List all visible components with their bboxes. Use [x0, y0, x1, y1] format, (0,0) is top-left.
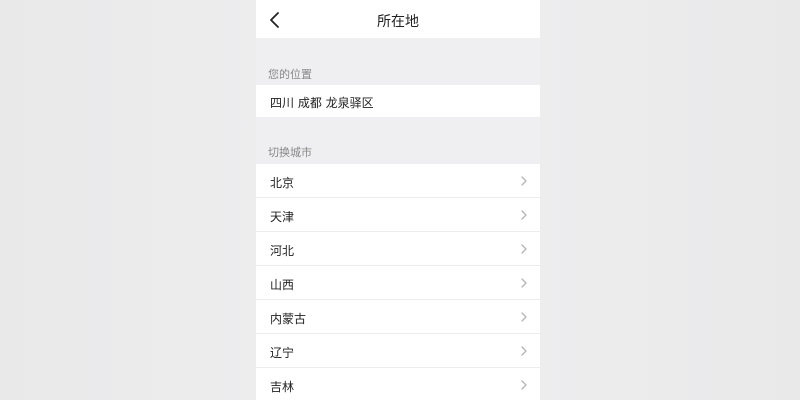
- chevron-right-icon: [521, 346, 527, 356]
- city-row-jilin[interactable]: 吉林: [256, 368, 540, 400]
- page-title: 所在地: [377, 14, 419, 30]
- city-name: 内蒙古: [270, 312, 307, 326]
- city-name: 吉林: [270, 380, 295, 394]
- city-name: 山西: [270, 278, 295, 292]
- city-name: 北京: [270, 176, 295, 190]
- city-row-shanxi[interactable]: 山西: [256, 266, 540, 300]
- chevron-right-icon: [521, 210, 527, 220]
- current-location-row[interactable]: 四川 成都 龙泉驿区: [256, 85, 540, 117]
- city-row-tianjin[interactable]: 天津: [256, 198, 540, 232]
- screen-background: 所在地 您的位置 四川 成都 龙泉驿区 切换城市 北京 天津 河北 山西 内蒙古…: [0, 0, 800, 400]
- nav-bar: 所在地: [256, 0, 540, 38]
- switch-city-label: 切换城市: [268, 146, 312, 159]
- city-row-beijing[interactable]: 北京: [256, 164, 540, 198]
- current-location-text: 四川 成都 龙泉驿区: [270, 96, 374, 110]
- your-location-label: 您的位置: [268, 68, 312, 81]
- city-row-hebei[interactable]: 河北: [256, 232, 540, 266]
- chevron-right-icon: [521, 312, 527, 322]
- city-name: 辽宁: [270, 346, 295, 360]
- city-row-neimenggu[interactable]: 内蒙古: [256, 300, 540, 334]
- city-list: 北京 天津 河北 山西 内蒙古 辽宁 吉林: [256, 164, 540, 400]
- chevron-right-icon: [521, 278, 527, 288]
- chevron-right-icon: [521, 380, 527, 390]
- location-page: 所在地 您的位置 四川 成都 龙泉驿区 切换城市 北京 天津 河北 山西 内蒙古…: [256, 0, 540, 400]
- chevron-right-icon: [521, 244, 527, 254]
- city-name: 天津: [270, 210, 295, 224]
- chevron-right-icon: [521, 176, 527, 186]
- city-name: 河北: [270, 244, 295, 258]
- city-row-liaoning[interactable]: 辽宁: [256, 334, 540, 368]
